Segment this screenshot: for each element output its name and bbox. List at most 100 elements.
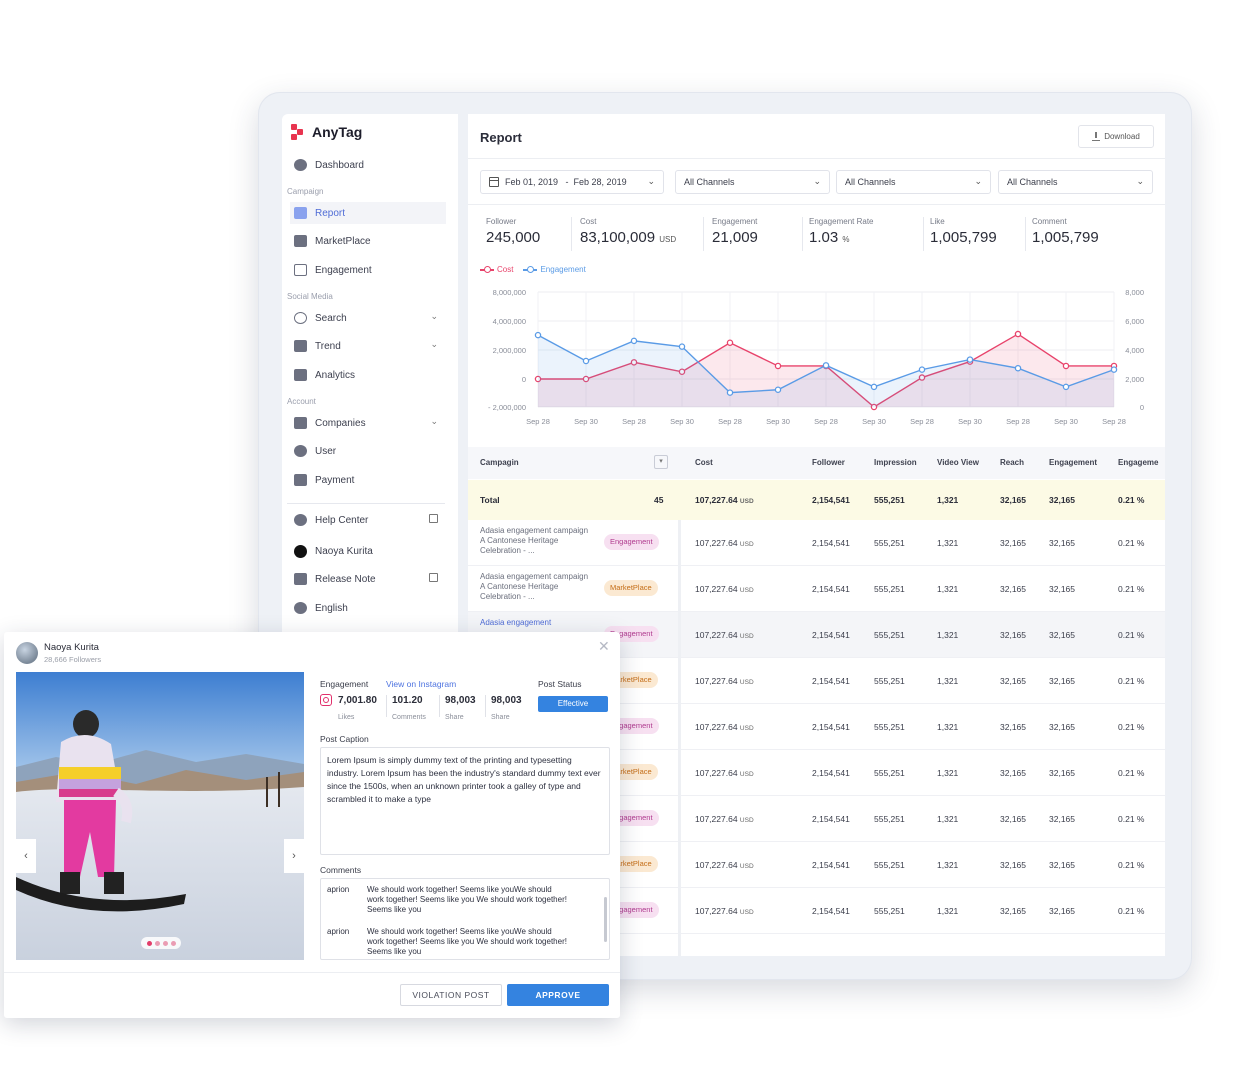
sidebar-item-help[interactable]: Help Center [290, 509, 446, 531]
app-logo[interactable]: AnyTag [291, 124, 362, 140]
channel-select-2[interactable]: All Channels ⌄ [836, 170, 991, 194]
total-impression: 555,251 [874, 495, 905, 505]
stat-like: Like 1,005,799 [930, 217, 997, 246]
column-header[interactable]: Engageme [1118, 458, 1158, 467]
post-status-badge[interactable]: Effective [538, 696, 608, 712]
legend-cost[interactable]: Cost [480, 265, 513, 274]
sidebar-item-label: English [315, 602, 348, 614]
carousel-prev-button[interactable]: ‹ [16, 839, 36, 873]
legend-engagement[interactable]: Engagement [523, 265, 586, 274]
rate-cell: 0.21 % [1118, 722, 1145, 732]
stat-label: Comment [1032, 217, 1067, 226]
data-point [1062, 383, 1070, 391]
total-cost: 107,227.64 USD [695, 495, 754, 505]
y-tick-right: 6,000 [1125, 317, 1144, 326]
y-tick-left: 8,000,000 [493, 288, 526, 297]
rate-cell: 0.21 % [1118, 676, 1145, 686]
table-row[interactable]: Adasia engagement campaign A Cantonese H… [468, 566, 1165, 612]
impression-cell: 555,251 [874, 860, 905, 870]
sidebar-item-marketplace[interactable]: MarketPlace [290, 230, 446, 252]
carousel-next-button[interactable]: › [284, 839, 304, 873]
influencer-name[interactable]: Naoya Kurita [44, 642, 99, 653]
engagement-cell: 32,165 [1049, 584, 1075, 594]
stat-label: Engagement [712, 217, 758, 226]
violation-post-button[interactable]: VIOLATION POST [400, 984, 502, 1006]
metric-likes: 7,001.80 Likes [338, 695, 377, 724]
column-header[interactable]: Cost [695, 458, 713, 467]
sidebar-item-release[interactable]: Release Note [290, 568, 446, 590]
filter-icon[interactable]: ▾ [654, 455, 668, 469]
x-tick-label: Sep 28 [910, 417, 934, 426]
grid-icon [294, 235, 307, 247]
trend-icon [294, 340, 307, 352]
sidebar-item-report[interactable]: Report [290, 202, 446, 224]
post-caption-text[interactable]: Lorem Ipsum is simply dummy text of the … [320, 747, 610, 855]
column-header[interactable]: Engagement [1049, 458, 1097, 467]
comments-list[interactable]: aprion We should work together! Seems li… [320, 878, 610, 960]
y-tick-left: 4,000,000 [493, 317, 526, 326]
legend-label: Cost [497, 265, 514, 274]
bar-chart-icon [294, 207, 307, 219]
sidebar-item-engagement[interactable]: Engagement [290, 259, 446, 281]
download-button[interactable]: Download [1078, 125, 1154, 148]
carousel-dot[interactable] [154, 940, 160, 946]
sidebar-item-label: Trend [315, 340, 341, 352]
engagement-cell: 32,165 [1049, 906, 1075, 916]
date-range-picker[interactable]: Feb 01, 2019 - Feb 28, 2019 ⌄ [480, 170, 664, 194]
carousel-dot[interactable] [162, 940, 168, 946]
table-row[interactable]: Adasia engagement campaign A Cantonese H… [468, 520, 1165, 566]
channel-select-3[interactable]: All Channels ⌄ [998, 170, 1153, 194]
sidebar-item-language[interactable]: English [290, 597, 446, 619]
close-icon[interactable]: ✕ [598, 638, 610, 655]
view-on-instagram-link[interactable]: View on Instagram [386, 679, 456, 689]
column-header[interactable]: Campagin [480, 458, 519, 467]
approve-button[interactable]: APPROVE [507, 984, 609, 1006]
cost-unit: USD [739, 771, 754, 778]
campaign-name[interactable]: Adasia engagement campaign A Cantonese H… [480, 526, 594, 556]
impression-cell: 555,251 [874, 538, 905, 548]
total-count: 45 [654, 495, 664, 505]
sidebar-divider [287, 503, 445, 504]
data-point [918, 366, 926, 373]
x-tick-label: Sep 28 [622, 417, 646, 426]
sidebar-item-trend[interactable]: Trend ⌄ [290, 335, 446, 357]
carousel-dot[interactable] [170, 940, 176, 946]
column-header[interactable]: Impression [874, 458, 917, 467]
column-header[interactable]: Follower [812, 458, 845, 467]
stat-value: 1,005,799 [930, 229, 997, 246]
x-tick-label: Sep 28 [814, 417, 838, 426]
sidebar-item-dashboard[interactable]: Dashboard [290, 154, 446, 176]
sidebar-item-profile[interactable]: Naoya Kurita [290, 540, 446, 562]
cost-unit: USD [739, 679, 754, 686]
video-view-cell: 1,321 [937, 676, 959, 686]
cost-value: 107,227.64 [695, 722, 738, 732]
divider [468, 204, 1165, 205]
comments-scrollbar[interactable] [604, 897, 607, 942]
metric-share: 98,003 Share [491, 695, 522, 724]
sidebar-item-user[interactable]: User [290, 440, 446, 462]
total-cost-unit: USD [739, 498, 754, 505]
carousel-dot[interactable] [146, 940, 152, 946]
impression-cell: 555,251 [874, 676, 905, 686]
campaign-name[interactable]: Adasia engagement [480, 618, 594, 628]
sidebar-item-analytics[interactable]: Analytics [290, 364, 446, 386]
cost-cell: 107,227.64 USD [695, 860, 754, 870]
divider [468, 158, 1165, 159]
column-header[interactable]: Reach [1000, 458, 1024, 467]
sidebar-section-campaign: Campaign [287, 187, 324, 196]
reach-cell: 32,165 [1000, 538, 1026, 548]
sidebar-item-companies[interactable]: Companies ⌄ [290, 412, 446, 434]
sidebar-item-payment[interactable]: Payment [290, 469, 446, 491]
campaign-name[interactable]: Adasia engagement campaign A Cantonese H… [480, 572, 594, 602]
channel-select-1[interactable]: All Channels ⌄ [675, 170, 830, 194]
sidebar-item-search[interactable]: Search ⌄ [290, 307, 446, 329]
rate-cell: 0.21 % [1118, 630, 1145, 640]
analytics-icon [294, 369, 307, 381]
follower-cell: 2,154,541 [812, 722, 850, 732]
sidebar-item-label: Search [315, 312, 347, 324]
campaign-type-tag: MarketPlace [604, 580, 658, 596]
modal-footer-divider [4, 972, 620, 973]
column-header[interactable]: Video View [937, 458, 979, 467]
cost-value: 107,227.64 [695, 676, 738, 686]
select-value: All Channels [1007, 177, 1058, 187]
